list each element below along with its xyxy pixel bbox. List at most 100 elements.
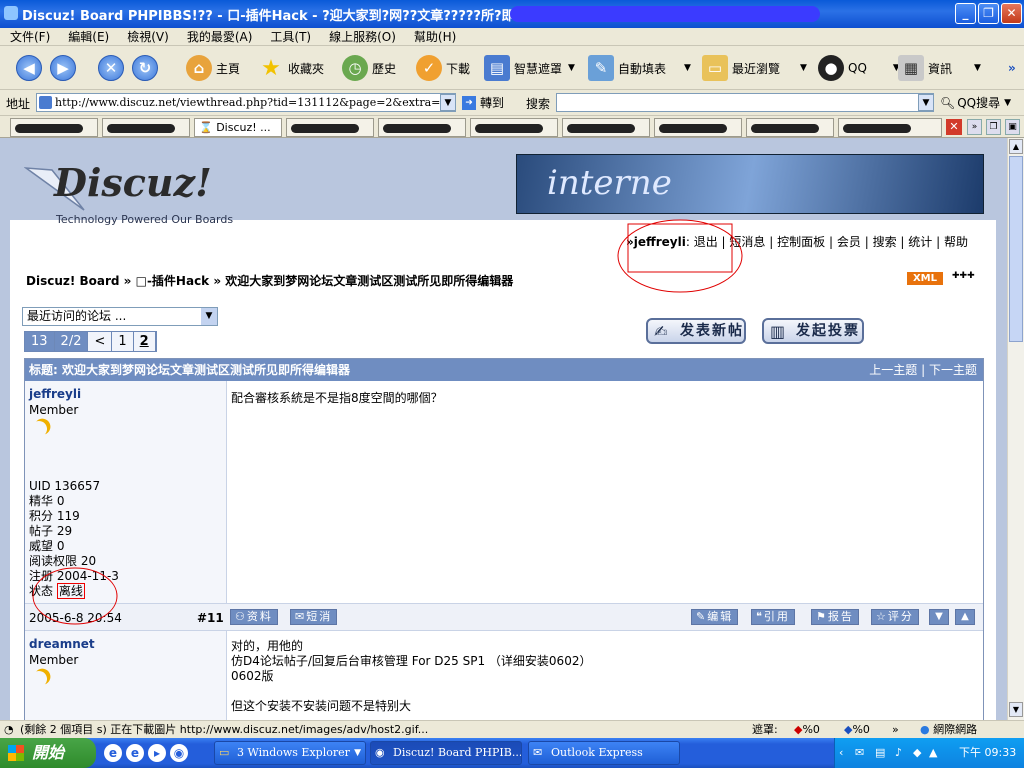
redacted-tab-label: [567, 123, 635, 133]
tab[interactable]: [654, 118, 742, 137]
tray-warning-icon[interactable]: ▲: [929, 738, 937, 768]
restore-button[interactable]: ❐: [978, 3, 999, 24]
forward-small-icon[interactable]: »: [892, 721, 899, 738]
download-button[interactable]: ✓ 下載: [416, 54, 470, 82]
refresh-button[interactable]: ↻: [132, 54, 162, 82]
toolbar: ◀ ▶ ✕ ↻ ⌂ 主頁 ★ 收藏夾 ◷ 歷史 ✓ 下載 ▤ 智慧遮罩 ▼ ✎ 自動填表 ▼ ▭…: [0, 46, 1024, 90]
dropdown-arrow-icon[interactable]: ▼: [568, 63, 575, 73]
toolbar-overflow[interactable]: »: [1008, 54, 1016, 82]
menu-view[interactable]: 檢視(V): [127, 28, 177, 45]
qq-button[interactable]: ● QQ ▼: [818, 54, 900, 82]
forward-button[interactable]: ▶: [50, 54, 80, 82]
tab-active[interactable]: ⌛ Discuz! ...: [194, 118, 282, 137]
tray-back-icon[interactable]: ‹: [839, 738, 843, 768]
taskbar-discuz-board[interactable]: ◉ Discuz! Board PHPIB...: [370, 741, 522, 765]
tab[interactable]: [10, 118, 98, 137]
tab[interactable]: [746, 118, 834, 137]
dropdown-arrow-icon[interactable]: ▼: [974, 63, 981, 73]
stop-icon: ✕: [98, 55, 124, 81]
taskbar-outlook-express[interactable]: ✉ Outlook Express: [528, 741, 680, 765]
block-count-1: ◆%0: [794, 723, 820, 736]
taskbar-windows-explorer[interactable]: ▭ 3 Windows Explorer ▼: [214, 741, 366, 765]
search-label: 搜索: [526, 97, 551, 111]
search-dropdown-icon[interactable]: ▼: [918, 94, 934, 111]
chevron-down-icon: ▼: [1004, 97, 1012, 108]
form-icon: ✎: [588, 55, 614, 81]
autofill-button[interactable]: ✎ 自動填表 ▼: [588, 54, 691, 82]
tray-app-icon[interactable]: ◆: [913, 738, 921, 768]
menu-online[interactable]: 線上服務(O): [329, 28, 404, 45]
menu-favorites[interactable]: 我的最愛(A): [187, 28, 261, 45]
address-dropdown-icon[interactable]: ▼: [440, 94, 456, 111]
forward-arrow-icon: ▶: [50, 55, 76, 81]
address-label: 地址: [6, 97, 31, 111]
windows-logo-icon: [8, 745, 24, 761]
favorites-button[interactable]: ★ 收藏夾: [258, 54, 324, 82]
tray-volume-icon[interactable]: ♪: [895, 738, 902, 768]
scroll-up-icon[interactable]: ▲: [1009, 139, 1023, 154]
vertical-scrollbar[interactable]: ▲ ▼: [1007, 138, 1024, 720]
globe-icon: ●: [920, 723, 930, 736]
tab[interactable]: [378, 118, 466, 137]
tab[interactable]: [562, 118, 650, 137]
block-icon: ▤: [484, 55, 510, 81]
dropdown-arrow-icon[interactable]: ▼: [684, 63, 691, 73]
close-button[interactable]: ✕: [1001, 3, 1022, 24]
minimize-button[interactable]: _: [955, 3, 976, 24]
scroll-down-icon[interactable]: ▼: [1009, 702, 1023, 717]
back-button[interactable]: ◀: [16, 54, 46, 82]
history-icon: ◷: [342, 55, 368, 81]
refresh-icon: ↻: [132, 55, 158, 81]
quicklaunch-media-icon[interactable]: ▸: [148, 744, 166, 762]
info-button[interactable]: ▦ 資訊 ▼: [898, 54, 981, 82]
scroll-thumb[interactable]: [1009, 156, 1023, 342]
redacted-tab-label: [291, 123, 359, 133]
address-bar: 地址 http://www.discuz.net/viewthread.php?…: [0, 90, 1024, 116]
page-icon: [39, 96, 52, 109]
tab[interactable]: [838, 118, 942, 137]
quicklaunch-browser-icon[interactable]: ◉: [170, 744, 188, 762]
redacted-tab-label: [383, 123, 451, 133]
folder-icon: ▭: [219, 746, 230, 759]
tray-mail-icon[interactable]: ✉: [855, 738, 864, 768]
back-arrow-icon: ◀: [16, 55, 42, 81]
address-input[interactable]: http://www.discuz.net/viewthread.php?tid…: [36, 93, 456, 112]
dropdown-arrow-icon[interactable]: ▼: [800, 63, 807, 73]
stop-button[interactable]: ✕: [98, 54, 128, 82]
page-viewport: Discuz! Technology Powered Our Boards in…: [0, 138, 1007, 720]
menu-help[interactable]: 幫助(H): [414, 28, 464, 45]
menu-file[interactable]: 文件(F): [10, 28, 58, 45]
group-dropdown-icon: ▼: [354, 748, 361, 758]
recent-button[interactable]: ▭ 最近瀏覽 ▼: [702, 54, 807, 82]
redacted-tab-label: [107, 123, 175, 133]
tab[interactable]: [470, 118, 558, 137]
quicklaunch-ie-icon[interactable]: e: [104, 744, 122, 762]
redacted-tab-label: [475, 123, 543, 133]
page-status-icon: ◔: [4, 723, 14, 736]
home-button[interactable]: ⌂ 主頁: [186, 54, 240, 82]
annotation-ellipse: [32, 567, 118, 625]
tab-scroll-right-icon[interactable]: »: [967, 119, 982, 135]
tray-network-icon[interactable]: ▤: [875, 738, 885, 768]
go-button[interactable]: ➜ 轉到: [462, 94, 504, 111]
menu-edit[interactable]: 編輯(E): [68, 28, 117, 45]
block-count-2: ◆%0: [844, 723, 870, 736]
smart-block-button[interactable]: ▤ 智慧遮罩 ▼: [484, 54, 575, 82]
menu-tools[interactable]: 工具(T): [270, 28, 319, 45]
history-button[interactable]: ◷ 歷史: [342, 54, 396, 82]
start-button[interactable]: 開始: [0, 738, 96, 768]
close-tab-icon[interactable]: ✕: [946, 119, 962, 135]
search-input[interactable]: [556, 93, 934, 112]
clock[interactable]: 下午 09:33: [959, 738, 1016, 768]
tab-list-icon[interactable]: ▣: [1005, 119, 1020, 135]
redacted-title-area: [510, 6, 820, 22]
qq-penguin-icon: ●: [818, 55, 844, 81]
quicklaunch-ie2-icon[interactable]: e: [126, 744, 144, 762]
menu-bar: 文件(F) 編輯(E) 檢視(V) 我的最愛(A) 工具(T) 線上服務(O) …: [0, 28, 1024, 46]
tab[interactable]: [102, 118, 190, 137]
qq-search-button[interactable]: 🔍︎ QQ搜尋 ▼: [940, 94, 1011, 111]
status-text: (剩餘 2 個項目 s) 正在下載圖片 http://www.discuz.ne…: [20, 723, 429, 736]
redacted-tab-label: [843, 123, 911, 133]
tab[interactable]: [286, 118, 374, 137]
tab-restore-icon[interactable]: ❐: [986, 119, 1001, 135]
